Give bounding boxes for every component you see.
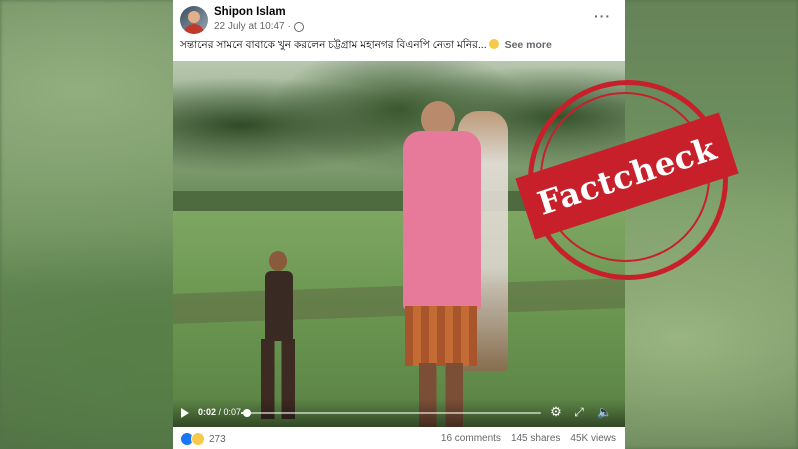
person-main-lungi xyxy=(405,306,477,366)
avatar[interactable] xyxy=(180,6,208,34)
video-controls: 0:02 / 0:07 ⚙ ⤢ 🔈 xyxy=(173,399,625,427)
factcheck-stamp: Factcheck xyxy=(515,80,739,280)
meta-separator: · xyxy=(287,21,291,32)
globe-icon xyxy=(293,21,304,32)
video-time: 0:02 / 0:07 xyxy=(198,407,241,417)
views-count: 45K views xyxy=(570,433,616,444)
progress-knob[interactable] xyxy=(243,409,251,417)
person-left-body xyxy=(265,271,293,341)
post-caption: সন্তানের সামনে বাবাকে খুন করলেন চট্টগ্রা… xyxy=(180,38,552,55)
comments-count[interactable]: 16 comments xyxy=(441,433,501,444)
person-main-shirt xyxy=(403,131,481,311)
gear-icon[interactable]: ⚙ xyxy=(549,405,563,419)
author-name[interactable]: Shipon Islam xyxy=(214,6,286,18)
more-icon[interactable]: ··· xyxy=(594,8,611,24)
post-meta: 22 July at 10:47 · xyxy=(214,21,304,32)
sad-emoji-icon xyxy=(488,39,499,49)
expand-icon[interactable]: ⤢ xyxy=(572,405,586,419)
post-header: Shipon Islam 22 July at 10:47 · ··· xyxy=(173,0,625,36)
reaction-count[interactable]: 273 xyxy=(209,434,226,445)
time-separator: / xyxy=(216,407,224,417)
post-date[interactable]: 22 July at 10:47 xyxy=(214,21,285,32)
post-stats: 16 comments 145 shares 45K views xyxy=(441,433,616,444)
reactions[interactable]: 273 xyxy=(180,432,226,446)
person-left xyxy=(255,251,311,421)
caption-text: সন্তানের সামনে বাবাকে খুন করলেন চট্টগ্রা… xyxy=(180,39,487,51)
sad-icon xyxy=(191,432,205,446)
play-icon[interactable] xyxy=(181,408,189,418)
see-more-link[interactable]: See more xyxy=(505,39,552,51)
current-time: 0:02 xyxy=(198,407,217,417)
volume-icon[interactable]: 🔈 xyxy=(597,405,612,419)
person-main xyxy=(391,101,501,427)
person-left-head xyxy=(269,251,287,271)
shares-count[interactable]: 145 shares xyxy=(511,433,560,444)
duration: 0:07 xyxy=(223,407,242,417)
post-footer: 273 16 comments 145 shares 45K views xyxy=(173,427,625,449)
progress-bar[interactable] xyxy=(241,409,541,417)
